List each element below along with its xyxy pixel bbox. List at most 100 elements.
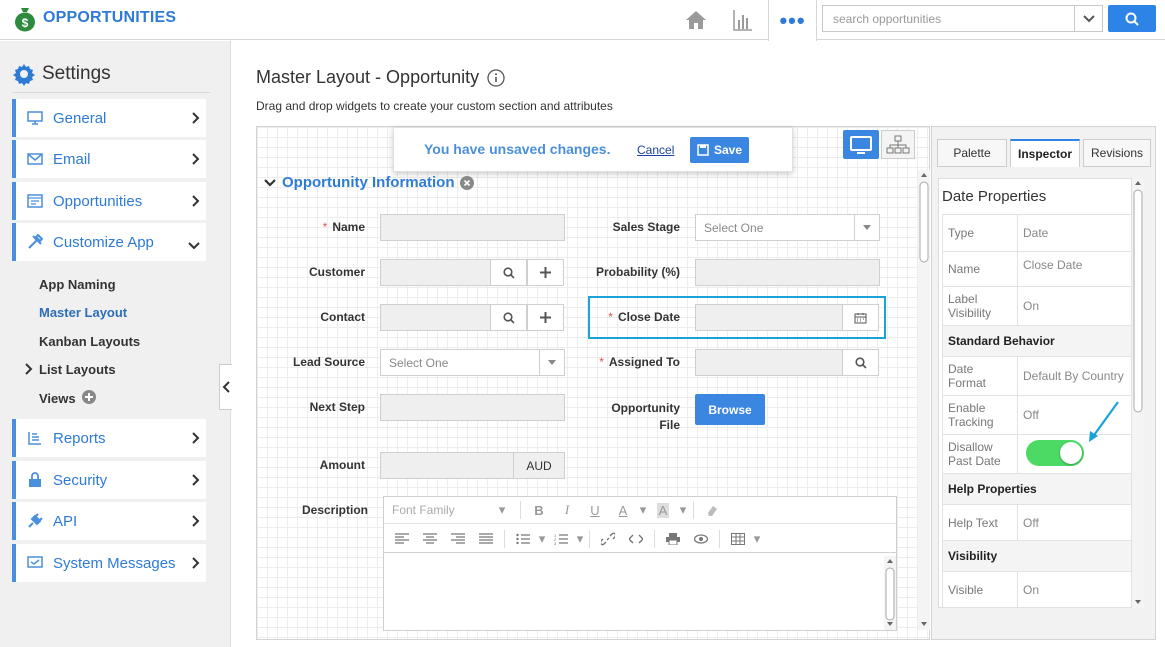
- next-step-field[interactable]: [380, 394, 565, 421]
- add-view-icon[interactable]: [82, 390, 96, 407]
- app-title[interactable]: OPPORTUNITIES: [43, 9, 176, 27]
- sidebar-item-opportunities[interactable]: Opportunities: [12, 182, 206, 220]
- tree-view-button[interactable]: [881, 130, 915, 159]
- message-icon: [26, 554, 44, 572]
- search-button[interactable]: [1108, 5, 1156, 32]
- sidebar-item-reports[interactable]: Reports: [12, 419, 206, 457]
- prop-value[interactable]: On: [1017, 571, 1132, 608]
- caret-down-icon: ▾: [753, 530, 761, 546]
- calendar-icon: [854, 312, 867, 323]
- contact-search-button[interactable]: [490, 304, 527, 331]
- subitem-app-naming[interactable]: App Naming: [39, 277, 116, 292]
- cancel-link[interactable]: Cancel: [637, 143, 674, 157]
- underline-icon[interactable]: U: [581, 500, 609, 520]
- print-icon[interactable]: [659, 529, 687, 549]
- more-menu-button[interactable]: •••: [768, 0, 817, 41]
- bold-icon[interactable]: B: [525, 500, 553, 520]
- tab-revisions[interactable]: Revisions: [1083, 139, 1151, 167]
- sidebar-item-label: Opportunities: [53, 192, 143, 210]
- disallow-past-date-toggle[interactable]: [1026, 439, 1084, 466]
- search-icon: [854, 356, 867, 369]
- page-title: Master Layout - Opportunity: [256, 67, 505, 88]
- sidebar-item-label: General: [53, 109, 107, 127]
- align-left-icon[interactable]: [388, 529, 416, 549]
- chevron-down-icon[interactable]: [1074, 6, 1102, 31]
- prop-value[interactable]: Off: [1017, 504, 1132, 541]
- prop-row: Help Text Off: [942, 504, 1132, 541]
- home-icon[interactable]: [678, 0, 714, 40]
- tab-palette[interactable]: Palette: [937, 139, 1007, 167]
- bullet-list-icon[interactable]: [509, 529, 537, 549]
- table-icon[interactable]: [724, 529, 752, 549]
- remove-section-icon[interactable]: [460, 175, 475, 190]
- preview-eye-icon[interactable]: [687, 529, 715, 549]
- prop-key: Visible: [942, 571, 1018, 608]
- chevron-right-icon[interactable]: [25, 363, 33, 378]
- editor-scrollbar[interactable]: [884, 556, 896, 630]
- sidebar-item-security[interactable]: Security: [12, 461, 206, 499]
- align-justify-icon[interactable]: [472, 529, 500, 549]
- tab-inspector[interactable]: Inspector: [1010, 139, 1080, 167]
- name-field[interactable]: [380, 214, 565, 241]
- code-icon[interactable]: [622, 529, 650, 549]
- inspector-scrollbar[interactable]: [1132, 178, 1144, 608]
- assigned-to-field[interactable]: [695, 349, 843, 376]
- sidebar-item-label: API: [53, 512, 78, 530]
- sidebar-item-api[interactable]: API: [12, 502, 206, 540]
- chevron-right-icon: [192, 111, 200, 128]
- prop-row: Name Close Date: [942, 251, 1132, 287]
- chart-icon[interactable]: [725, 0, 761, 40]
- collapse-sidebar-button[interactable]: [219, 364, 232, 410]
- subitem-master-layout[interactable]: Master Layout: [39, 305, 127, 320]
- sales-stage-select[interactable]: Select One: [695, 214, 880, 241]
- currency-button[interactable]: AUD: [513, 452, 565, 479]
- contact-field[interactable]: [380, 304, 491, 331]
- assigned-to-label: * Assigned To: [599, 355, 680, 369]
- prop-value[interactable]: Default By Country: [1017, 356, 1132, 396]
- info-icon[interactable]: [487, 68, 505, 87]
- subitem-views[interactable]: Views: [39, 391, 76, 406]
- sidebar-item-email[interactable]: Email: [12, 140, 206, 178]
- eraser-icon[interactable]: [698, 500, 726, 520]
- subitem-list-layouts[interactable]: List Layouts: [39, 362, 116, 377]
- prop-value[interactable]: Close Date: [1017, 251, 1132, 287]
- subitem-kanban-layouts[interactable]: Kanban Layouts: [39, 334, 140, 349]
- canvas-scrollbar[interactable]: [918, 170, 930, 630]
- lock-icon: [26, 471, 44, 489]
- sidebar-item-customize-app[interactable]: Customize App: [12, 223, 206, 261]
- assigned-search-button[interactable]: [842, 349, 879, 376]
- align-right-icon[interactable]: [444, 529, 472, 549]
- amount-field[interactable]: [380, 452, 514, 479]
- align-center-icon[interactable]: [416, 529, 444, 549]
- section-header[interactable]: Opportunity Information: [264, 174, 475, 191]
- highlight-color-icon[interactable]: A: [649, 500, 677, 520]
- link-icon[interactable]: [594, 529, 622, 549]
- probability-field[interactable]: [695, 259, 880, 286]
- plus-icon: [540, 267, 551, 278]
- font-color-icon[interactable]: A: [609, 500, 637, 520]
- prop-value[interactable]: Date: [1017, 214, 1132, 252]
- sidebar-item-general[interactable]: General: [12, 99, 206, 137]
- search-input[interactable]: [823, 6, 1074, 31]
- calendar-button[interactable]: [842, 304, 879, 331]
- customer-add-button[interactable]: [527, 259, 564, 286]
- italic-icon[interactable]: I: [553, 500, 581, 520]
- contact-add-button[interactable]: [527, 304, 564, 331]
- numbered-list-icon[interactable]: 123: [547, 529, 575, 549]
- close-date-field[interactable]: [695, 304, 843, 331]
- save-button[interactable]: Save: [690, 137, 749, 163]
- browse-button[interactable]: Browse: [695, 394, 765, 425]
- customer-label: Customer: [308, 265, 365, 279]
- editor-toolbar-top: Font Family ▾ B I U A ▾ A ▾: [384, 497, 896, 524]
- desktop-view-button[interactable]: [843, 130, 879, 159]
- customer-search-button[interactable]: [490, 259, 527, 286]
- sales-stage-label: Sales Stage: [612, 220, 680, 234]
- prop-value[interactable]: On: [1017, 286, 1132, 326]
- divider: [12, 92, 210, 93]
- lead-source-select[interactable]: Select One: [380, 349, 565, 376]
- sidebar-item-system-messages[interactable]: System Messages: [12, 544, 206, 582]
- font-family-select[interactable]: Font Family: [384, 503, 488, 517]
- visibility-header: Visibility: [942, 540, 1132, 572]
- divider: [504, 529, 505, 548]
- customer-field[interactable]: [380, 259, 491, 286]
